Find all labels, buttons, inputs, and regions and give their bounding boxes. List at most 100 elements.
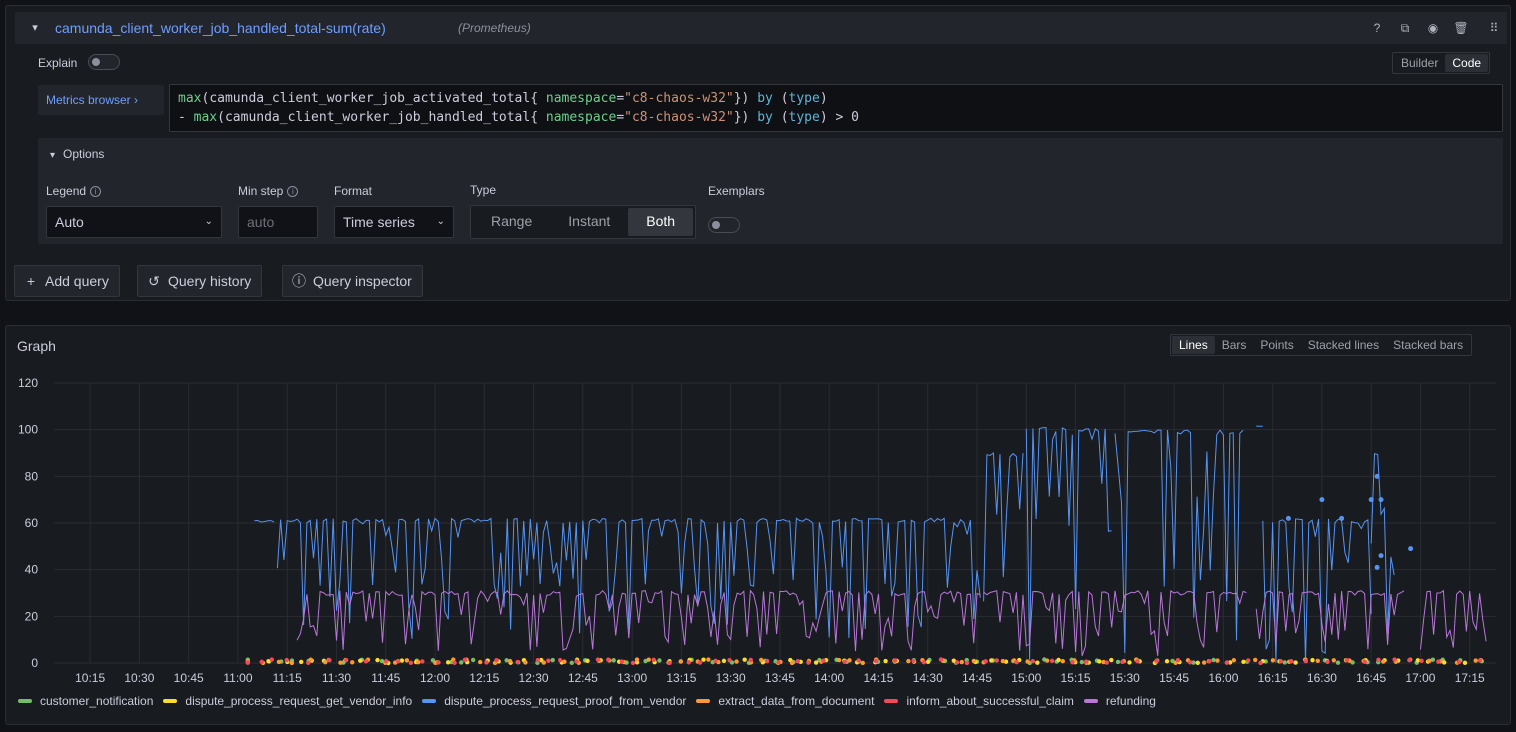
y-tick-label: 0 <box>31 656 38 670</box>
x-tick-label: 10:45 <box>174 671 204 685</box>
series-point <box>1241 659 1246 665</box>
legend-item[interactable]: refunding <box>1083 694 1156 708</box>
series-point <box>350 660 355 665</box>
eye-icon[interactable]: ◉ <box>1425 20 1441 36</box>
type-instant[interactable]: Instant <box>550 208 628 236</box>
series-point <box>363 659 369 664</box>
duplicate-icon[interactable]: ⧉ <box>1397 20 1413 36</box>
exemplars-toggle[interactable] <box>708 217 740 233</box>
series-point <box>706 657 711 662</box>
legend-swatch <box>422 699 437 703</box>
series-point <box>1109 657 1114 663</box>
format-value: Time series <box>343 214 415 230</box>
series-point <box>795 659 800 664</box>
x-tick-label: 11:45 <box>371 671 400 685</box>
series-point <box>921 659 927 665</box>
metrics-browser-button[interactable]: Metrics browser › <box>38 85 164 115</box>
legend-item[interactable]: dispute_process_request_proof_from_vendo… <box>422 694 686 708</box>
mode-code[interactable]: Code <box>1445 54 1489 72</box>
series-point <box>657 658 662 663</box>
code-by: by <box>757 91 773 106</box>
legend-select[interactable]: Auto ⌄ <box>46 206 222 238</box>
series-point <box>611 658 616 663</box>
series-point <box>983 659 988 664</box>
drag-handle-icon[interactable]: ⠿ <box>1486 20 1502 36</box>
series-point <box>1014 659 1019 665</box>
series-point <box>1211 657 1216 663</box>
series-point <box>1477 658 1483 663</box>
series-point <box>1035 660 1040 665</box>
query-code-editor[interactable]: max(camunda_client_worker_job_activated_… <box>169 84 1503 132</box>
series-point <box>776 660 781 665</box>
info-icon[interactable]: i <box>90 186 102 198</box>
series-point <box>323 659 328 665</box>
series-point <box>813 660 819 665</box>
query-title[interactable]: camunda_client_worker_job_handled_total-… <box>55 20 386 36</box>
series-point <box>1289 659 1294 664</box>
series-point <box>1025 659 1030 664</box>
add-query-button[interactable]: + Add query <box>14 265 120 297</box>
series-point <box>1374 473 1380 479</box>
query-history-button[interactable]: ↺ Query history <box>137 265 263 297</box>
series-point <box>646 657 651 662</box>
series-point <box>1164 659 1170 664</box>
x-tick-label: 12:00 <box>420 671 450 685</box>
type-range[interactable]: Range <box>473 208 550 236</box>
options-toggle[interactable]: ▾ Options <box>50 147 104 161</box>
legend-label: extract_data_from_document <box>718 694 875 708</box>
collapse-chevron-icon[interactable]: ▾ <box>27 20 43 36</box>
min-step-input[interactable]: auto <box>238 206 318 238</box>
series-point <box>1442 660 1447 665</box>
series-point <box>1079 659 1085 665</box>
series-point <box>1207 659 1212 664</box>
x-tick-label: 15:00 <box>1011 671 1041 685</box>
legend-item[interactable]: dispute_process_request_get_vendor_info <box>163 694 412 708</box>
series-point <box>1253 657 1258 663</box>
mode-builder[interactable]: Builder <box>1394 54 1445 72</box>
series-point <box>470 657 476 663</box>
code-fn: max <box>193 110 218 125</box>
format-select[interactable]: Time series ⌄ <box>334 206 454 238</box>
legend-item[interactable]: extract_data_from_document <box>696 694 874 708</box>
series-point <box>697 660 703 665</box>
type-both[interactable]: Both <box>628 208 694 236</box>
series-point <box>523 660 528 665</box>
time-series-chart[interactable]: 0 20 40 60 80 100 120 10:15 10:30 10:45 11:00 11:15… <box>6 326 1510 686</box>
type-radio-group: Range Instant Both <box>470 205 697 239</box>
code-prefix: - <box>178 110 194 125</box>
x-tick-label: 16:30 <box>1307 671 1337 685</box>
series-point <box>701 657 706 662</box>
series-point <box>748 657 753 663</box>
legend-swatch <box>18 699 32 703</box>
x-tick-label: 11:30 <box>322 671 351 685</box>
legend-item[interactable]: customer_notification <box>18 694 153 708</box>
legend-item[interactable]: inform_about_successful_claim <box>884 694 1074 708</box>
series-point <box>1374 564 1380 570</box>
series-point <box>1246 658 1251 663</box>
series-point <box>1285 515 1291 521</box>
y-tick-label: 80 <box>25 469 39 483</box>
series-point <box>1456 659 1462 665</box>
series-point <box>284 657 289 663</box>
info-icon[interactable]: i <box>287 186 299 198</box>
series-point <box>1368 497 1374 503</box>
y-tick-label: 40 <box>25 563 39 577</box>
help-icon[interactable]: ? <box>1369 20 1385 36</box>
explain-toggle[interactable] <box>88 54 120 70</box>
code-value: "c8-chaos-w32" <box>624 110 734 125</box>
series-point <box>344 657 349 663</box>
series-point <box>1056 657 1061 663</box>
series-point <box>842 659 847 665</box>
series-line <box>296 589 1487 657</box>
x-tick-label: 16:00 <box>1208 671 1238 685</box>
query-inspector-button[interactable]: ⓘ Query inspector <box>282 265 423 297</box>
series-point <box>375 657 380 663</box>
series-point <box>1070 660 1075 665</box>
series-point <box>1392 657 1397 662</box>
trash-icon[interactable]: 🗑 <box>1453 20 1469 36</box>
chevron-down-icon: ▾ <box>50 150 56 161</box>
x-tick-label: 14:00 <box>814 671 844 685</box>
x-tick-label: 15:45 <box>1159 671 1189 685</box>
series-point <box>1154 658 1159 663</box>
x-tick-label: 13:15 <box>666 671 696 685</box>
